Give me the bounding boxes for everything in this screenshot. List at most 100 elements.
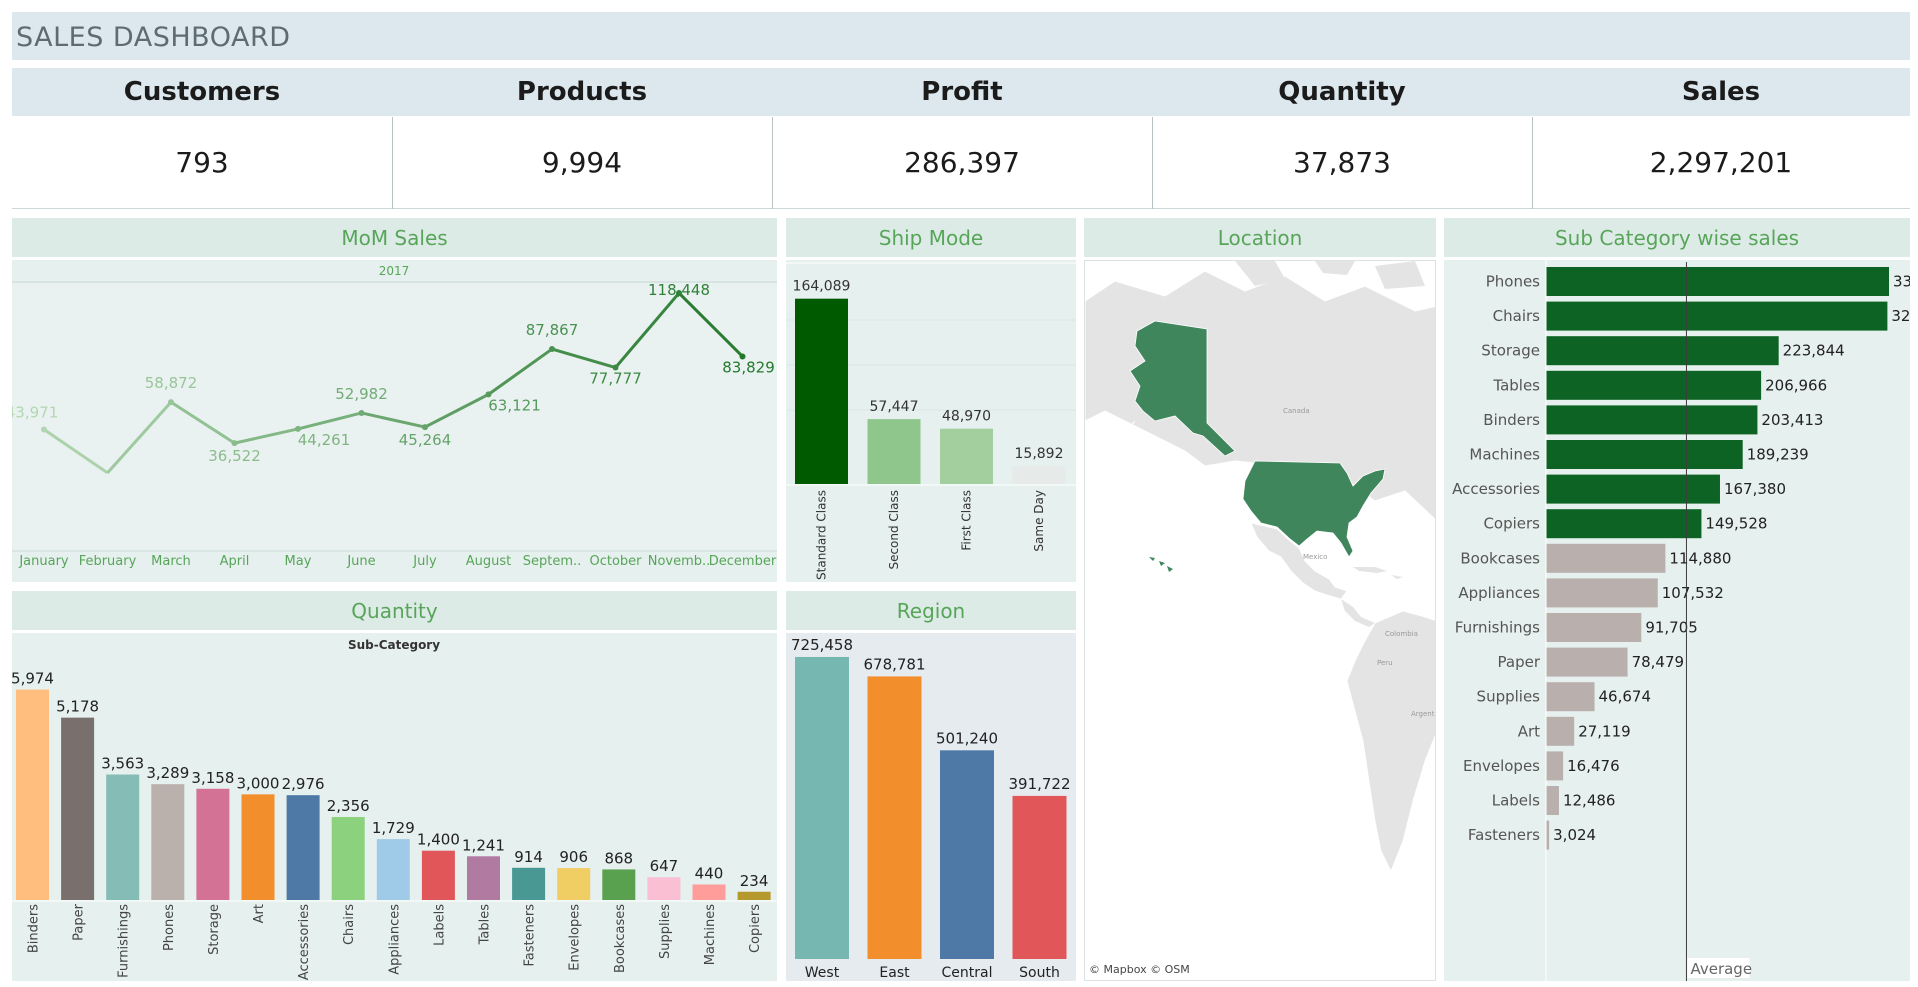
- mom-sales-chart[interactable]: 2017 43,971 January February 58,872 March 36,5…: [6, 260, 777, 582]
- data-point: [231, 440, 238, 447]
- hawaii-islands: [1149, 557, 1173, 572]
- x-tick-label: West: [805, 965, 840, 981]
- data-label: 15,892: [1015, 446, 1064, 462]
- bar: [376, 839, 410, 900]
- bar: [61, 717, 95, 900]
- x-tick-label: August: [466, 554, 512, 569]
- y-tick-label: Fasteners: [1468, 826, 1540, 844]
- x-tick-label: Envelopes: [568, 904, 583, 971]
- region-chart[interactable]: 725,458 West 678,781 East 501,240 Central 391,…: [786, 633, 1076, 981]
- data-label: 223,844: [1783, 342, 1845, 360]
- bar: [557, 868, 591, 900]
- y-tick-label: Copiers: [1483, 515, 1540, 533]
- bar: [737, 891, 771, 900]
- ship-mode-title: Ship Mode: [786, 218, 1076, 257]
- data-label: 906: [559, 848, 588, 866]
- data-label: 440: [695, 865, 724, 883]
- data-label: 2,976: [282, 775, 325, 793]
- bar: [1546, 440, 1743, 469]
- south-america: [1346, 610, 1435, 872]
- x-tick-label: March: [151, 554, 191, 569]
- bar: [196, 788, 230, 900]
- y-tick-label: Machines: [1469, 446, 1540, 464]
- ship-mode-chart[interactable]: 164,089 Standard Class 57,447 Second Class 4…: [786, 260, 1076, 582]
- data-label: 91,705: [1645, 619, 1698, 637]
- bar: [512, 867, 546, 900]
- data-point: [358, 409, 365, 416]
- map-label: Colombia: [1385, 630, 1418, 638]
- data-label: 725,458: [791, 636, 853, 654]
- y-tick-label: Art: [1518, 722, 1540, 740]
- data-label: 107,532: [1662, 584, 1724, 602]
- bar: [1012, 466, 1066, 484]
- subcat-sales-chart[interactable]: Phones 330,007 Chairs 328,449 Storage 223,844…: [1444, 260, 1918, 981]
- region-panel: 725,458 West 678,781 East 501,240 Central 391,…: [786, 633, 1076, 981]
- data-point: [168, 399, 174, 406]
- data-label: 328,449: [1891, 307, 1910, 325]
- data-label: 3,158: [191, 769, 234, 787]
- data-label: 203,413: [1761, 411, 1823, 429]
- data-label: 45,264: [399, 431, 452, 449]
- data-label: 52,982: [335, 385, 388, 403]
- bar: [795, 298, 848, 484]
- data-label: 3,289: [146, 764, 189, 782]
- y-tick-label: Furnishings: [1455, 619, 1540, 637]
- x-tick-label: Chairs: [342, 904, 357, 945]
- quantity-chart[interactable]: Sub-Category 5,974 Binders 5,178 Paper 3,563 F…: [11, 633, 777, 981]
- region-title: Region: [786, 591, 1076, 630]
- bar: [1012, 795, 1067, 959]
- x-tick-label: April: [220, 554, 250, 569]
- data-label: 12,486: [1563, 792, 1615, 810]
- data-point: [549, 346, 555, 353]
- data-point: [422, 424, 428, 431]
- data-label: 3,024: [1553, 826, 1596, 844]
- y-tick-label: Appliances: [1458, 584, 1540, 602]
- bar: [16, 689, 49, 900]
- bar: [867, 419, 921, 484]
- x-tick-label: Central: [942, 965, 993, 981]
- bar: [1546, 578, 1658, 608]
- kpi-divider: [1152, 117, 1153, 209]
- kpi-profit-label: Profit: [772, 68, 1152, 116]
- bar: [286, 795, 320, 900]
- bar: [1546, 301, 1888, 331]
- data-label: 914: [514, 848, 543, 866]
- bar: [867, 676, 922, 959]
- bar: [795, 656, 849, 959]
- x-tick-label: Furnishings: [117, 904, 132, 978]
- x-tick-label: Appliances: [387, 904, 402, 975]
- year-header: 2017: [379, 264, 410, 278]
- mom-sales-title: MoM Sales: [12, 218, 777, 257]
- x-tick-label: January: [18, 554, 69, 569]
- location-map[interactable]: Canada Mexico Colombia Peru Argentina © …: [1084, 260, 1436, 981]
- data-label: 57,447: [870, 399, 919, 415]
- kpi-customers-label: Customers: [12, 68, 392, 116]
- y-tick-label: Supplies: [1477, 688, 1541, 706]
- quantity-panel: Sub-Category 5,974 Binders 5,178 Paper 3,563 F…: [11, 633, 777, 981]
- ship-mode-panel: 164,089 Standard Class 57,447 Second Class 4…: [786, 260, 1076, 582]
- bar: [1546, 682, 1595, 712]
- y-tick-label: Paper: [1498, 653, 1541, 671]
- kpi-divider: [1532, 117, 1533, 209]
- bar: [467, 856, 500, 900]
- data-label: 501,240: [936, 729, 998, 747]
- dashboard-title: SALES DASHBOARD: [16, 22, 291, 53]
- x-tick-label: Tables: [478, 904, 493, 946]
- data-label: 5,178: [56, 698, 99, 716]
- subcat-sales-title: Sub Category wise sales: [1444, 218, 1910, 257]
- y-tick-label: Tables: [1492, 376, 1540, 394]
- kpi-products-value: 9,994: [392, 117, 772, 209]
- data-label: 868: [604, 849, 633, 867]
- data-label: 114,880: [1669, 549, 1731, 567]
- data-label: 5,974: [12, 670, 54, 688]
- bar: [421, 850, 455, 900]
- data-label: 206,966: [1765, 376, 1827, 394]
- bar: [241, 794, 275, 900]
- bar: [647, 877, 681, 900]
- data-label: 83,829: [722, 358, 775, 376]
- x-tick-label: Septem..: [523, 554, 582, 569]
- bar: [1546, 786, 1559, 815]
- data-label: 391,722: [1008, 775, 1070, 793]
- x-tick-label: Second Class: [887, 490, 901, 570]
- data-label: 2,356: [327, 797, 370, 815]
